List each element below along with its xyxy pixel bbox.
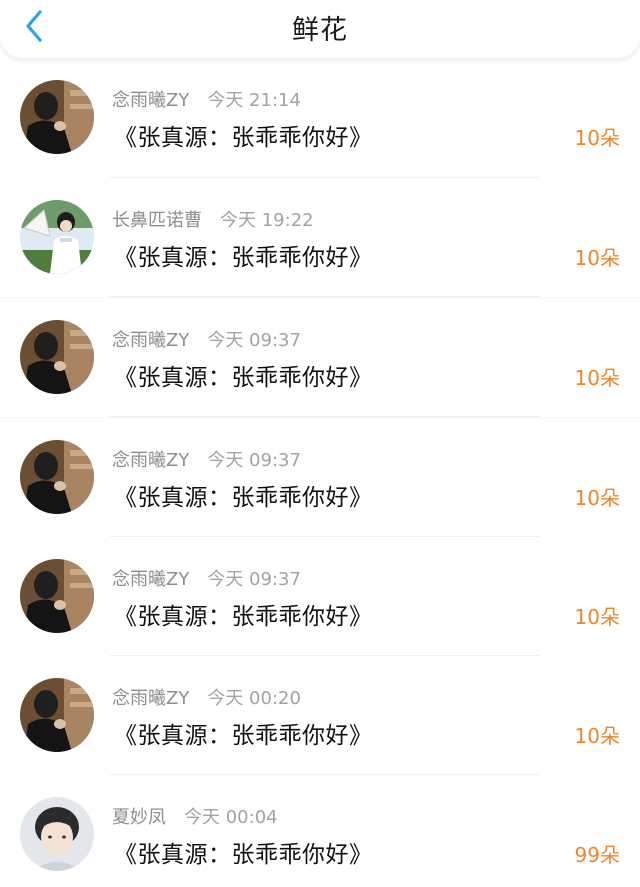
gift-time: 今天 09:37 [207,450,301,471]
avatar[interactable] [20,320,94,394]
boy-portrait-avatar [20,797,94,871]
sender-name[interactable]: 念雨曦ZY [112,688,189,709]
flower-count: 10朵 [574,246,620,270]
sender-name[interactable]: 长鼻匹诺曹 [112,210,202,231]
avatar[interactable] [20,440,94,514]
song-title[interactable]: 《张真源：张乖乖你好》 [114,358,373,392]
gift-time: 今天 09:37 [207,569,301,590]
song-title[interactable]: 《张真源：张乖乖你好》 [114,716,373,750]
song-title[interactable]: 《张真源：张乖乖你好》 [114,478,373,512]
dark-portrait-avatar [20,80,94,154]
flower-count: 10朵 [574,366,620,390]
list-item[interactable]: 长鼻匹诺曹 今天 19:22 《张真源：张乖乖你好》 10朵 [0,178,640,297]
gift-meta: 念雨曦ZY 今天 09:37 [112,326,301,352]
page-title: 鲜花 [292,15,348,46]
dark-portrait-avatar [20,678,94,752]
list-item[interactable]: 念雨曦ZY 今天 00:20 《张真源：张乖乖你好》 10朵 [0,656,640,775]
song-title[interactable]: 《张真源：张乖乖你好》 [114,118,373,152]
sender-name[interactable]: 念雨曦ZY [112,450,189,471]
list-item[interactable]: 念雨曦ZY 今天 09:37 《张真源：张乖乖你好》 10朵 [0,298,640,417]
list-item[interactable]: 念雨曦ZY 今天 21:14 《张真源：张乖乖你好》 10朵 [0,58,640,178]
list-item[interactable]: 念雨曦ZY 今天 09:37 《张真源：张乖乖你好》 10朵 [0,418,640,537]
gift-meta: 夏妙凤 今天 00:04 [112,803,278,829]
gift-meta: 念雨曦ZY 今天 00:20 [112,684,301,710]
sender-name[interactable]: 夏妙凤 [112,807,166,828]
song-title[interactable]: 《张真源：张乖乖你好》 [114,597,373,631]
gift-time: 今天 00:04 [184,807,278,828]
avatar[interactable] [20,678,94,752]
flower-count: 10朵 [574,605,620,629]
gift-meta: 念雨曦ZY 今天 21:14 [112,86,301,112]
avatar[interactable] [20,200,94,274]
flower-count: 10朵 [574,126,620,150]
gift-time: 今天 21:14 [207,90,301,111]
sender-name[interactable]: 念雨曦ZY [112,569,189,590]
flower-gift-list: 念雨曦ZY 今天 21:14 《张真源：张乖乖你好》 10朵 长鼻匹诺曹 今天 19… [0,58,640,887]
flower-count: 10朵 [574,724,620,748]
dark-portrait-avatar [20,320,94,394]
flower-count: 10朵 [574,486,620,510]
avatar[interactable] [20,80,94,154]
list-item[interactable]: 念雨曦ZY 今天 09:37 《张真源：张乖乖你好》 10朵 [0,537,640,656]
gift-time: 今天 09:37 [207,330,301,351]
avatar[interactable] [20,559,94,633]
flower-count: 99朵 [574,843,620,867]
avatar[interactable] [20,797,94,871]
song-title[interactable]: 《张真源：张乖乖你好》 [114,238,373,272]
gift-time: 今天 19:22 [220,210,314,231]
dark-portrait-avatar [20,440,94,514]
gift-time: 今天 00:20 [207,688,301,709]
sender-name[interactable]: 念雨曦ZY [112,90,189,111]
dark-portrait-avatar [20,559,94,633]
gift-meta: 长鼻匹诺曹 今天 19:22 [112,206,314,232]
song-title[interactable]: 《张真源：张乖乖你好》 [114,835,373,869]
fan-boy-avatar [20,200,94,274]
list-item[interactable]: 夏妙凤 今天 00:04 《张真源：张乖乖你好》 99朵 [0,775,640,887]
gift-meta: 念雨曦ZY 今天 09:37 [112,565,301,591]
sender-name[interactable]: 念雨曦ZY [112,330,189,351]
top-bar: 鲜花 [0,0,640,58]
gift-meta: 念雨曦ZY 今天 09:37 [112,446,301,472]
